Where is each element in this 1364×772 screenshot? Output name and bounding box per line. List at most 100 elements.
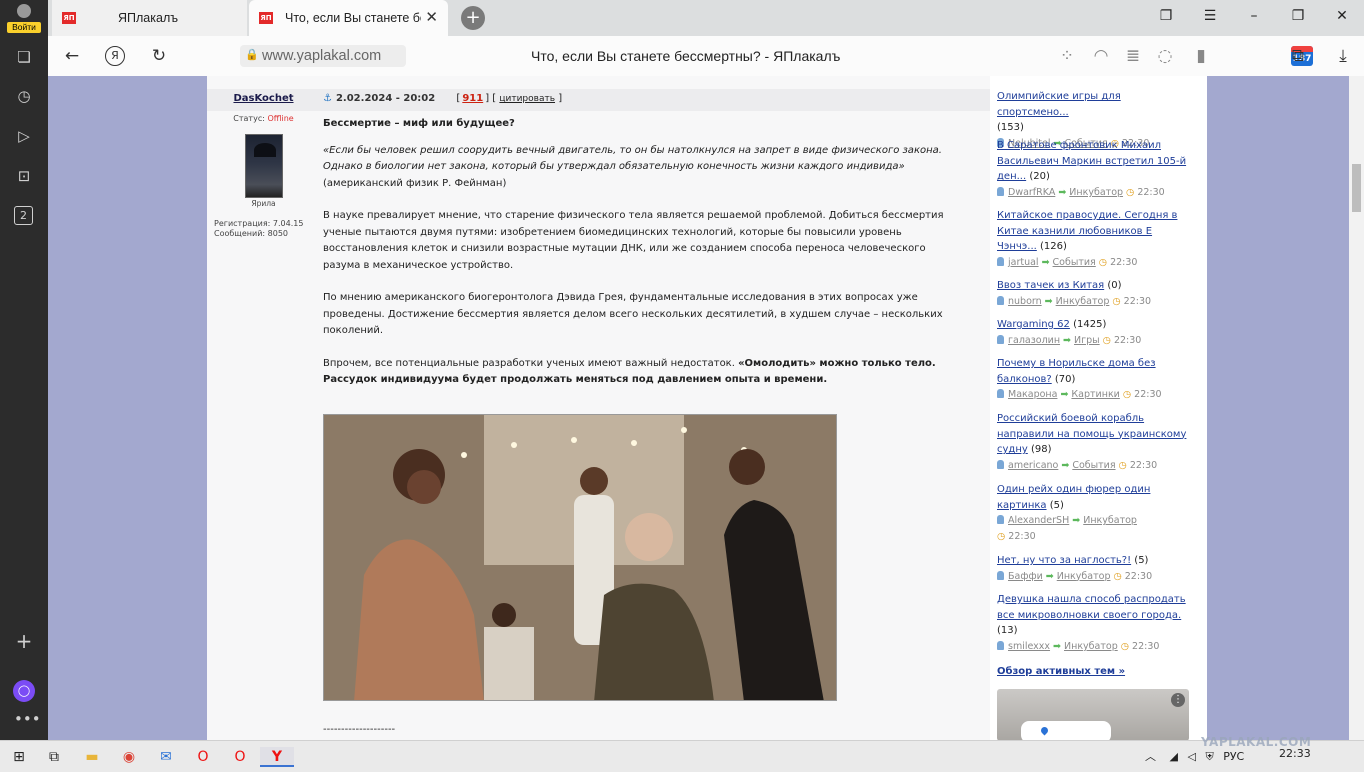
topic-category[interactable]: Инкубатор	[1056, 296, 1110, 307]
quote-button[interactable]: цитировать	[499, 94, 555, 104]
bookmark-icon[interactable]: ▮	[1190, 46, 1212, 66]
post-rating[interactable]: 911	[462, 93, 483, 104]
arrow-right-icon: ➡	[1053, 640, 1061, 652]
topic-category[interactable]: Игры	[1074, 335, 1100, 346]
screenshot-icon[interactable]: ⊡	[14, 166, 34, 186]
topic-count: (126)	[1040, 241, 1067, 253]
topic-author[interactable]: jartual	[1008, 257, 1039, 268]
collections-icon[interactable]: ❏	[14, 47, 34, 67]
chrome-icon[interactable]: ◉	[119, 747, 139, 767]
tab-active[interactable]: ЯП Что, если Вы станете бессмертны? - ЯП…	[249, 0, 448, 36]
topic-author[interactable]: галазолин	[1008, 335, 1060, 346]
ad-card[interactable]: ⋮	[997, 689, 1189, 740]
topic-link[interactable]: Один рейх один фюрер один картинка	[997, 484, 1150, 511]
topic-author[interactable]: AlexanderSH	[1008, 515, 1069, 526]
more-icon[interactable]: •••	[14, 709, 41, 729]
topic-link[interactable]: Нет, ну что за наглость?!	[997, 555, 1131, 566]
extensions-icon[interactable]: ⧉	[1287, 46, 1309, 66]
topic-category[interactable]: Инкубатор	[1069, 187, 1123, 198]
new-tab-button[interactable]: +	[461, 6, 485, 30]
user-icon	[997, 515, 1004, 525]
yandex-icon[interactable]: Я	[105, 46, 125, 66]
post-heading: Бессмертие – миф или будущее?	[323, 118, 515, 129]
topic-author[interactable]: Баффи	[1008, 571, 1043, 582]
user-icon	[997, 389, 1004, 399]
topic-category[interactable]: События	[1072, 460, 1115, 471]
status-label: Статус:	[233, 114, 265, 123]
user-icon	[17, 4, 31, 18]
login-button[interactable]: Войти	[7, 2, 41, 33]
topic-link[interactable]: Девушка нашла способ распродать все микр…	[997, 594, 1186, 621]
tabs-count-icon[interactable]: 2	[14, 206, 33, 225]
windows-start-icon[interactable]: ⊞	[9, 747, 29, 767]
topic-link[interactable]: Wargaming 62	[997, 319, 1070, 330]
video-icon[interactable]: ▷	[14, 126, 34, 146]
topic-category[interactable]: Инкубатор	[1057, 571, 1111, 582]
topic-link[interactable]: Олимпийские игры для спортсмено...	[997, 91, 1121, 118]
reload-icon[interactable]: ↻	[148, 46, 170, 66]
add-panel-icon[interactable]: +	[14, 631, 34, 651]
volume-icon[interactable]: ◁	[1187, 750, 1195, 763]
active-topics-sidebar: Олимпийские игры для спортсмено... (153)…	[997, 76, 1197, 740]
topic-count: (0)	[1107, 280, 1122, 291]
sidebar-rail: Войти ❏ ◷ ▷ ⊡ 2 + ◯ •••	[0, 0, 48, 740]
close-tab-icon[interactable]: ✕	[425, 9, 438, 25]
topic-author[interactable]: americano	[1008, 460, 1058, 471]
topic-count: (1425)	[1073, 319, 1107, 330]
back-icon[interactable]: ←	[61, 46, 83, 66]
reader-icon[interactable]: ≣	[1122, 46, 1144, 66]
tab-title: ЯПлакалъ	[118, 11, 179, 25]
tab-yaplakal[interactable]: ЯП ЯПлакалъ	[52, 0, 247, 36]
topic-link[interactable]: Ввоз тачек из Китая	[997, 280, 1104, 291]
topic-count: (5)	[1049, 499, 1064, 511]
apps-icon[interactable]: ⁘	[1056, 46, 1078, 66]
topic-category[interactable]: Инкубатор	[1064, 641, 1118, 652]
topic-link[interactable]: В Саратове фронтовик Михаил Васильевич М…	[997, 140, 1186, 182]
scrollbar-thumb[interactable]	[1352, 164, 1361, 212]
opera-icon[interactable]: O	[193, 747, 213, 767]
bracket: ] [	[485, 93, 497, 104]
topic-time: 22:30	[1134, 389, 1162, 401]
file-explorer-icon[interactable]: ▬	[82, 747, 102, 767]
topic-link[interactable]: Российский боевой корабль направили на п…	[997, 413, 1186, 455]
translate-icon[interactable]: ◌	[1154, 46, 1176, 66]
history-icon[interactable]: ◷	[14, 86, 34, 106]
topic-time: 22:30	[1123, 295, 1152, 307]
minimize-button[interactable]: –	[1243, 8, 1265, 24]
menu-icon[interactable]: ☰	[1199, 8, 1221, 24]
headphones-icon[interactable]: ◠	[1090, 46, 1112, 66]
topic-author[interactable]: Макарона	[1008, 389, 1057, 400]
close-window-button[interactable]: ✕	[1331, 8, 1353, 24]
alice-assistant-icon[interactable]: ◯	[13, 680, 35, 702]
keyboard-language[interactable]: РУС	[1223, 750, 1244, 763]
topic-link[interactable]: Китайское правосудие. Сегодня в Китае ка…	[997, 210, 1177, 252]
address-bar[interactable]: 🔒 www.yaplakal.com	[240, 45, 406, 67]
opera-gx-icon[interactable]: O	[230, 747, 250, 767]
security-icon[interactable]: ⛨	[1205, 750, 1213, 763]
list-item: Китайское правосудие. Сегодня в Китае ка…	[997, 208, 1192, 270]
topic-author[interactable]: smilexxx	[1008, 641, 1050, 652]
list-item: Нет, ну что за наглость?! (5) Баффи ➡ Инку…	[997, 553, 1192, 584]
scrollbar[interactable]	[1349, 76, 1364, 740]
topic-category[interactable]: События	[1053, 257, 1096, 268]
network-icon[interactable]: ◢	[1170, 750, 1178, 763]
bookmarks-panel-icon[interactable]: ❐	[1155, 8, 1177, 24]
mail-icon[interactable]: ✉	[156, 747, 176, 767]
restore-button[interactable]: ❐	[1287, 8, 1309, 24]
author-link[interactable]: DasKochet	[207, 93, 320, 104]
topic-author[interactable]: nuborn	[1008, 296, 1042, 307]
status-value: Offline	[267, 114, 294, 123]
topic-count: (70)	[1054, 373, 1076, 385]
topic-link[interactable]: Почему в Норильске дома без балконов?	[997, 358, 1156, 385]
download-icon[interactable]: ⤓	[1332, 46, 1354, 66]
more-options-icon[interactable]: ⋮	[1171, 693, 1185, 707]
show-hidden-icon[interactable]: ︿	[1145, 750, 1156, 763]
topic-category[interactable]: Инкубатор	[1083, 515, 1137, 526]
topic-author[interactable]: DwarfRKA	[1008, 187, 1055, 198]
post-image[interactable]	[323, 414, 837, 701]
anchor-icon[interactable]: ⚓	[323, 93, 332, 104]
yandex-browser-icon[interactable]: Y	[260, 747, 294, 767]
active-topics-overview-link[interactable]: Обзор активных тем »	[997, 664, 1125, 680]
topic-category[interactable]: Картинки	[1071, 389, 1119, 400]
task-view-icon[interactable]: ⧉	[44, 747, 64, 767]
